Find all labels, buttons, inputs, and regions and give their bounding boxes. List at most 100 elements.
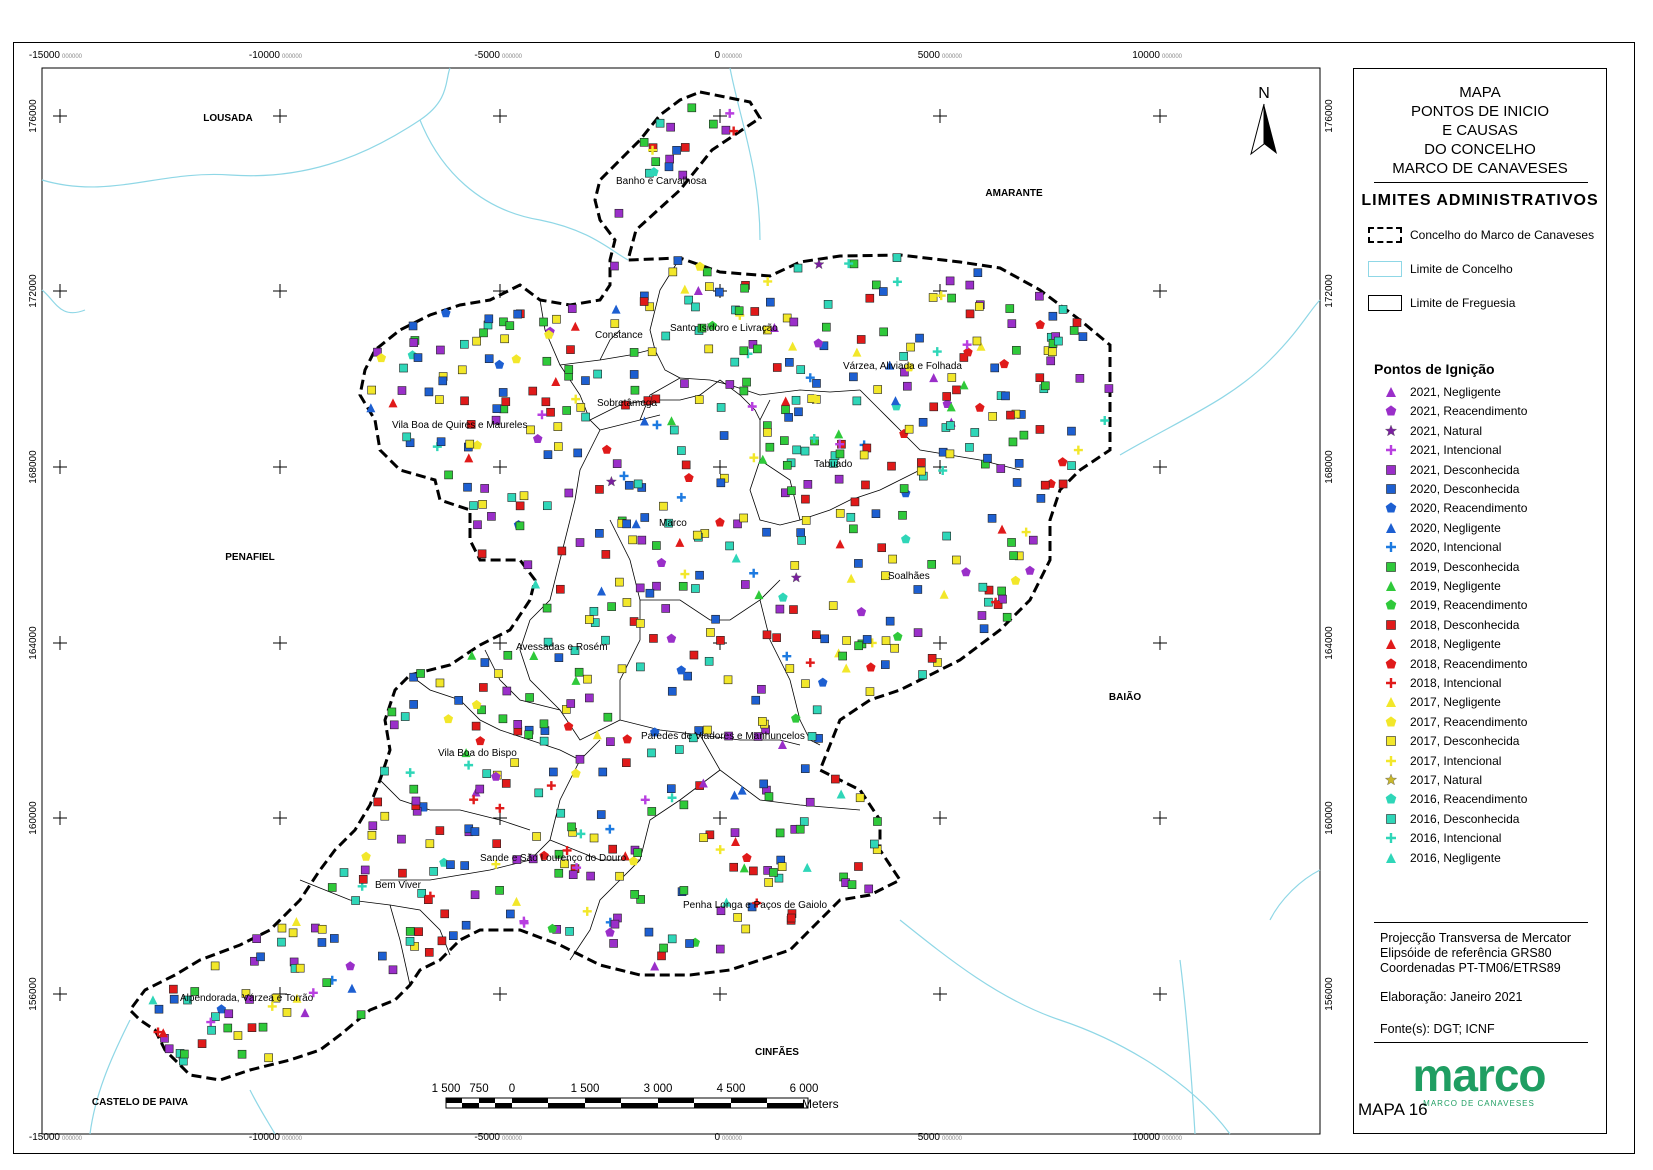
ignition-point bbox=[873, 817, 882, 826]
ignition-point bbox=[952, 385, 961, 395]
ignition-point bbox=[704, 656, 714, 666]
square-marker-icon bbox=[1386, 619, 1396, 630]
ignition-point bbox=[885, 616, 895, 626]
parish-avessadas: Avessadas e Rosém bbox=[516, 642, 608, 653]
legend-point-row: 2021, Natural bbox=[1384, 423, 1482, 439]
ignition-point bbox=[822, 322, 831, 332]
sources: Fonte(s): DGT; ICNF bbox=[1380, 1022, 1495, 1036]
axis-label-y: 168000 bbox=[28, 450, 39, 484]
ignition-point bbox=[765, 442, 775, 452]
ignition-point bbox=[812, 379, 821, 388]
ignition-point bbox=[639, 138, 649, 147]
ignition-point bbox=[759, 779, 768, 789]
neighbor-baiao: BAIÃO bbox=[1109, 690, 1141, 703]
ignition-point bbox=[416, 669, 425, 678]
ignition-point bbox=[1078, 332, 1088, 341]
ignition-point bbox=[706, 628, 715, 637]
ignition-point bbox=[1007, 538, 1016, 547]
legend-point-label: 2020, Intencional bbox=[1410, 540, 1502, 555]
parish-varzea-aliviada: Várzea, Aliviada e Folhada bbox=[843, 361, 962, 372]
ignition-point bbox=[327, 883, 337, 892]
axis-label-y: 160000 bbox=[1324, 801, 1335, 835]
ignition-point bbox=[751, 695, 761, 705]
ignition-point bbox=[1035, 373, 1045, 383]
ignition-point bbox=[368, 821, 378, 831]
ignition-point bbox=[678, 581, 688, 591]
pentagon-marker-icon bbox=[1385, 716, 1397, 727]
ignition-point bbox=[524, 730, 534, 740]
ignition-point bbox=[854, 862, 863, 871]
ignition-point bbox=[414, 927, 423, 936]
legend-point-label: 2017, Desconhecida bbox=[1410, 734, 1520, 749]
legend-point-row: 2018, Intencional bbox=[1384, 675, 1501, 691]
ignition-point bbox=[635, 583, 645, 593]
ignition-point bbox=[574, 667, 584, 677]
ignition-point bbox=[796, 365, 806, 374]
scale-tick-label: 0 bbox=[509, 1083, 515, 1095]
axis-label-x: -5000 bbox=[474, 50, 500, 61]
ignition-point bbox=[609, 939, 618, 948]
ignition-point bbox=[402, 432, 412, 442]
ignition-point bbox=[834, 474, 844, 484]
ignition-point bbox=[397, 834, 406, 844]
boundary-label: Limite de Concelho bbox=[1410, 262, 1513, 276]
ignition-point bbox=[479, 328, 488, 338]
ignition-point bbox=[1005, 304, 1015, 313]
ignition-point bbox=[211, 1012, 220, 1022]
ignition-point bbox=[782, 460, 792, 470]
ignition-point bbox=[652, 541, 661, 550]
ignition-point bbox=[947, 373, 957, 382]
ignition-point bbox=[585, 615, 594, 624]
ignition-point bbox=[915, 333, 924, 343]
cross-marker-icon bbox=[1386, 755, 1396, 766]
ignition-point bbox=[781, 405, 790, 415]
ignition-point bbox=[904, 424, 914, 434]
ignition-point bbox=[633, 848, 642, 857]
ignition-point bbox=[398, 868, 407, 878]
ignition-point bbox=[775, 828, 785, 838]
ignition-point bbox=[256, 952, 265, 962]
ignition-point bbox=[552, 314, 561, 324]
ignition-point bbox=[367, 830, 377, 840]
ignition-point bbox=[1035, 291, 1044, 301]
ignition-point bbox=[764, 878, 773, 887]
ignition-point bbox=[742, 377, 751, 387]
triangle-marker-icon bbox=[1386, 697, 1396, 708]
ignition-point bbox=[695, 570, 704, 580]
ignition-point bbox=[965, 309, 975, 319]
ignition-point bbox=[647, 807, 657, 816]
ignition-point bbox=[358, 875, 368, 884]
ignition-point bbox=[1036, 494, 1046, 503]
ignition-point bbox=[928, 293, 938, 302]
axis-label-x: -15000 bbox=[29, 1132, 61, 1143]
ignition-point bbox=[996, 464, 1006, 473]
ignition-point bbox=[322, 978, 332, 987]
legend-point-label: 2016, Desconhecida bbox=[1410, 811, 1520, 826]
ignition-point bbox=[667, 934, 677, 944]
parish-tabuado: Tabuado bbox=[814, 459, 853, 470]
ignition-point bbox=[367, 385, 377, 395]
ignition-point bbox=[864, 884, 874, 894]
ignition-point bbox=[820, 634, 830, 644]
ignition-point bbox=[388, 965, 398, 975]
legend-point-row: 2020, Desconhecida bbox=[1384, 481, 1519, 497]
ignition-point bbox=[277, 923, 287, 933]
ignition-point bbox=[945, 276, 955, 286]
ignition-point bbox=[513, 309, 522, 319]
ignition-point bbox=[556, 808, 566, 818]
legend-point-row: 2020, Reacendimento bbox=[1384, 500, 1527, 516]
ignition-point bbox=[448, 931, 458, 940]
ignition-point bbox=[849, 372, 858, 382]
ignition-point bbox=[668, 267, 678, 277]
ignition-point bbox=[282, 1008, 292, 1017]
ignition-point bbox=[691, 302, 700, 312]
ignition-point bbox=[675, 745, 684, 754]
ignition-point bbox=[460, 861, 470, 870]
ignition-point bbox=[709, 119, 718, 129]
legend-point-row: 2017, Desconhecida bbox=[1384, 733, 1519, 749]
ignition-point bbox=[666, 122, 675, 132]
ignition-point bbox=[169, 984, 178, 994]
ignition-point bbox=[595, 529, 604, 538]
ignition-point bbox=[556, 584, 565, 594]
ignition-point bbox=[454, 696, 463, 705]
